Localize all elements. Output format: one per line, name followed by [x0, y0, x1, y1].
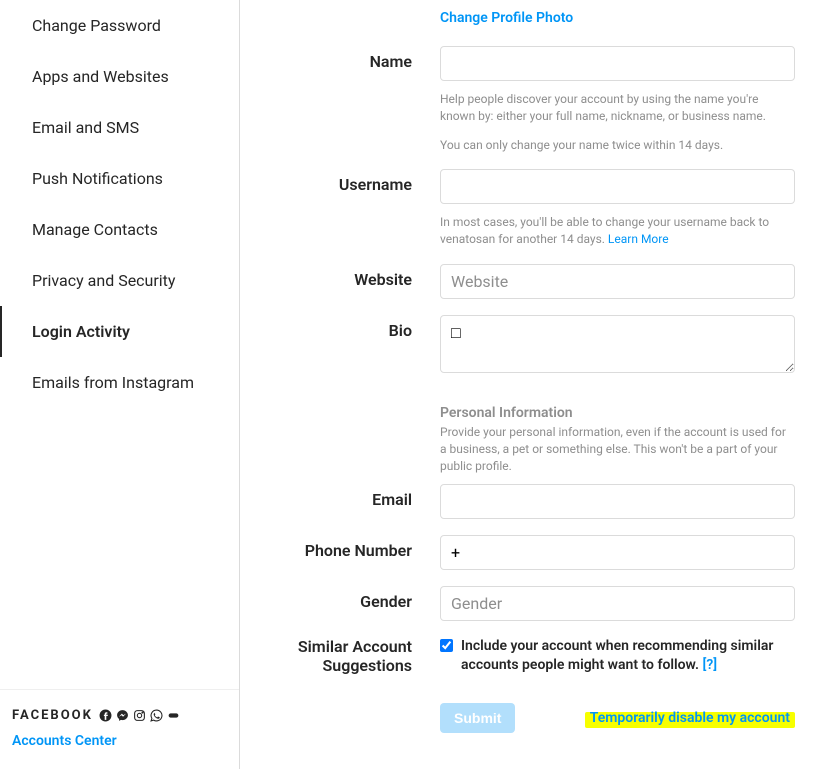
- name-help-1: Help people discover your account by usi…: [440, 91, 795, 125]
- website-label: Website: [270, 264, 440, 299]
- nav-privacy-security[interactable]: Privacy and Security: [0, 255, 239, 306]
- phone-label: Phone Number: [270, 535, 440, 570]
- gender-label: Gender: [270, 586, 440, 621]
- instagram-icon: [133, 709, 146, 722]
- change-profile-photo-link[interactable]: Change Profile Photo: [440, 10, 795, 26]
- nav-manage-contacts[interactable]: Manage Contacts: [0, 204, 239, 255]
- facebook-family-icons: [99, 709, 180, 722]
- oculus-icon: [167, 709, 180, 722]
- username-input[interactable]: [440, 169, 795, 204]
- facebook-brand-text: FACEBOOK: [12, 708, 93, 723]
- personal-info-title: Personal Information: [440, 405, 795, 421]
- bio-textarea[interactable]: □: [440, 315, 795, 373]
- username-learn-more-link[interactable]: Learn More: [608, 232, 669, 246]
- username-label: Username: [270, 169, 440, 248]
- settings-sidebar: Change Password Apps and Websites Email …: [0, 0, 240, 769]
- suggestions-checkbox-label: Include your account when recommending s…: [461, 637, 795, 675]
- nav-email-sms[interactable]: Email and SMS: [0, 102, 239, 153]
- nav-apps-websites[interactable]: Apps and Websites: [0, 51, 239, 102]
- nav-change-password[interactable]: Change Password: [0, 0, 239, 51]
- submit-button[interactable]: Submit: [440, 703, 515, 733]
- nav-push-notifications[interactable]: Push Notifications: [0, 153, 239, 204]
- accounts-center-link[interactable]: Accounts Center: [12, 733, 227, 749]
- suggestions-help-link[interactable]: [?]: [703, 657, 718, 673]
- username-help: In most cases, you'll be able to change …: [440, 214, 795, 248]
- nav-emails-instagram[interactable]: Emails from Instagram: [0, 357, 239, 408]
- phone-input[interactable]: [440, 535, 795, 570]
- email-input[interactable]: [440, 484, 795, 519]
- personal-info-desc: Provide your personal information, even …: [440, 424, 795, 474]
- whatsapp-icon: [150, 709, 163, 722]
- facebook-icon: [99, 709, 112, 722]
- name-help-2: You can only change your name twice with…: [440, 137, 795, 154]
- bio-label: Bio: [270, 315, 440, 377]
- website-input[interactable]: [440, 264, 795, 299]
- sidebar-footer: FACEBOOK: [0, 689, 239, 769]
- name-label: Name: [270, 46, 440, 153]
- gender-input[interactable]: [440, 586, 795, 621]
- settings-nav: Change Password Apps and Websites Email …: [0, 0, 239, 689]
- name-input[interactable]: [440, 46, 795, 81]
- suggestions-checkbox[interactable]: [440, 639, 453, 652]
- temporarily-disable-link[interactable]: Temporarily disable my account: [585, 710, 795, 726]
- nav-login-activity[interactable]: Login Activity: [0, 306, 239, 357]
- email-label: Email: [270, 484, 440, 519]
- suggestions-label: Similar Account Suggestions: [270, 637, 440, 675]
- messenger-icon: [116, 709, 129, 722]
- edit-profile-form: Change Profile Photo Name Help people di…: [240, 0, 825, 769]
